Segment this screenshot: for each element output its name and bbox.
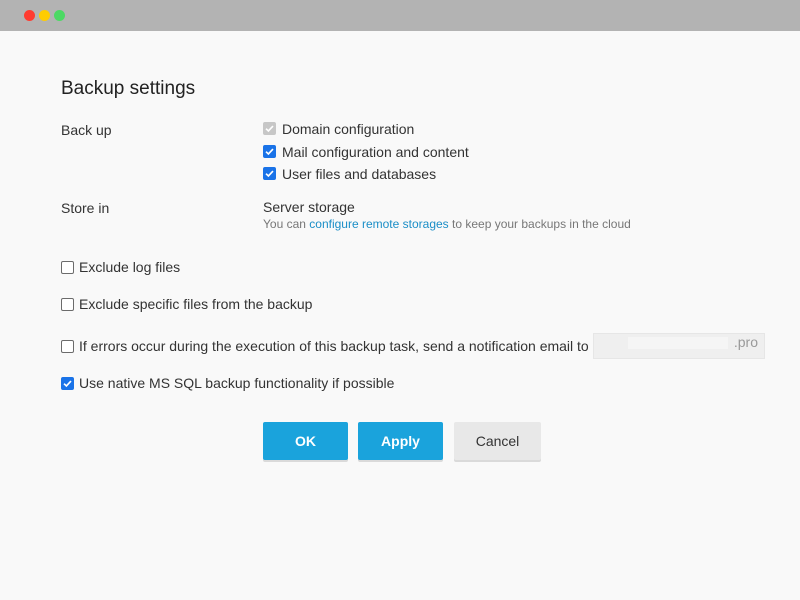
configure-remote-storages-link[interactable]: configure remote storages bbox=[309, 217, 448, 231]
storage-value: Server storage bbox=[263, 199, 355, 215]
domain-configuration-checkbox[interactable] bbox=[263, 122, 276, 135]
exclude-specific-files-checkbox[interactable] bbox=[61, 298, 74, 311]
minimize-window-icon[interactable] bbox=[39, 10, 50, 21]
notification-email-input[interactable]: .pro bbox=[593, 333, 765, 359]
user-files-label: User files and databases bbox=[282, 166, 437, 182]
user-files-checkbox[interactable] bbox=[263, 167, 276, 180]
browser-window: Backup settings Back up Domain configura… bbox=[0, 0, 800, 600]
domain-configuration-label: Domain configuration bbox=[282, 121, 415, 137]
page-title: Backup settings bbox=[61, 78, 196, 99]
storage-hint-suffix: to keep your backups in the cloud bbox=[448, 217, 631, 231]
exclude-log-files-checkbox[interactable] bbox=[61, 261, 74, 274]
checkmark-icon bbox=[63, 380, 72, 388]
checkmark-icon bbox=[265, 125, 274, 133]
mail-configuration-label: Mail configuration and content bbox=[282, 144, 469, 160]
close-window-icon[interactable] bbox=[24, 10, 35, 21]
exclude-specific-files-label: Exclude specific files from the backup bbox=[79, 296, 313, 312]
storage-hint: You can configure remote storages to kee… bbox=[263, 217, 631, 231]
exclude-log-files-label: Exclude log files bbox=[79, 259, 181, 275]
notify-errors-label: If errors occur during the execution of … bbox=[79, 338, 589, 354]
maximize-window-icon[interactable] bbox=[54, 10, 65, 21]
native-mssql-label: Use native MS SQL backup functionality i… bbox=[79, 375, 395, 391]
apply-button[interactable]: Apply bbox=[358, 422, 443, 460]
native-mssql-checkbox[interactable] bbox=[61, 377, 74, 390]
cancel-button[interactable]: Cancel bbox=[454, 422, 541, 460]
backup-label: Back up bbox=[61, 122, 112, 138]
notify-errors-checkbox[interactable] bbox=[61, 340, 74, 353]
email-domain-suffix: .pro bbox=[733, 334, 758, 350]
storage-hint-prefix: You can bbox=[263, 217, 310, 231]
ok-button[interactable]: OK bbox=[263, 422, 348, 460]
mail-configuration-checkbox[interactable] bbox=[263, 145, 276, 158]
store-in-label: Store in bbox=[61, 200, 110, 216]
checkmark-icon bbox=[265, 148, 274, 156]
redacted-email-part bbox=[627, 337, 728, 350]
checkmark-icon bbox=[265, 170, 274, 178]
title-bar bbox=[0, 0, 800, 31]
